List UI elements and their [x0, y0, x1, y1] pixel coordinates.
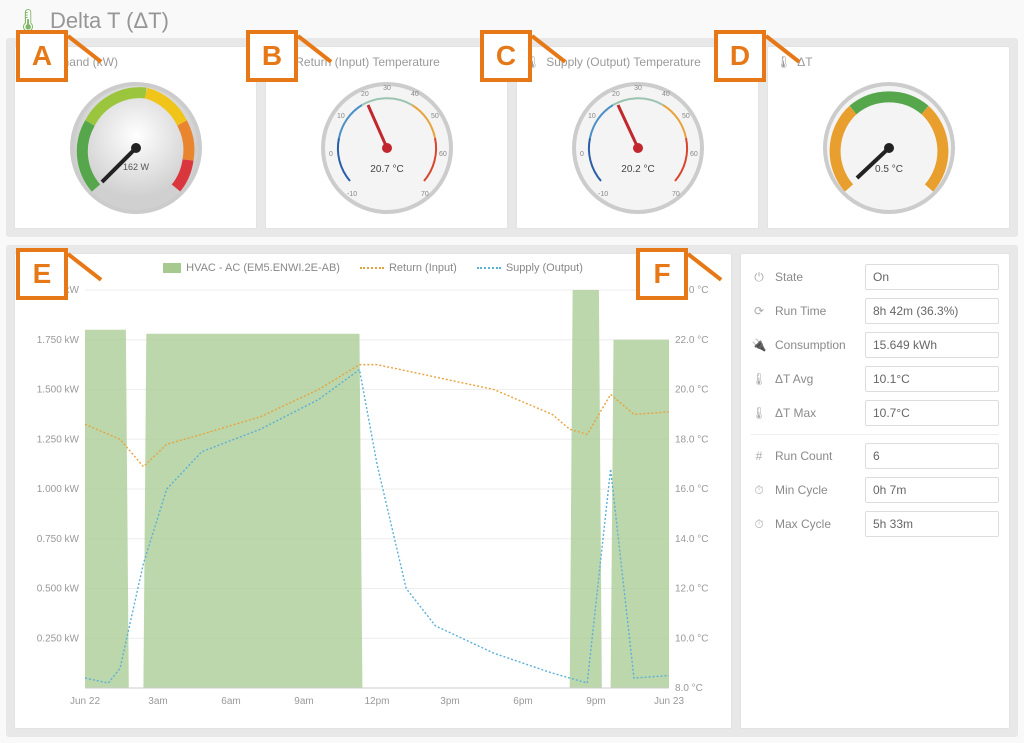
timeseries-chart-card: HVAC - AC (EM5.ENWI.2E-AB) Return (Input… — [14, 253, 732, 729]
svg-text:40: 40 — [411, 91, 419, 98]
stat-mincycle: ⏱Min Cycle0h 7m — [751, 477, 999, 503]
svg-text:60: 60 — [690, 151, 698, 158]
svg-text:70: 70 — [672, 191, 680, 198]
svg-text:12.0 °C: 12.0 °C — [675, 584, 708, 595]
gauge-value: 0.5 °C — [875, 164, 903, 175]
stopwatch-icon: ⏱ — [751, 517, 767, 532]
svg-text:10.0 °C: 10.0 °C — [675, 633, 708, 644]
svg-text:50: 50 — [431, 113, 439, 120]
callout-e: E — [16, 248, 110, 300]
svg-text:1.500 kW: 1.500 kW — [37, 385, 80, 396]
svg-text:60: 60 — [439, 151, 447, 158]
svg-text:20: 20 — [361, 91, 369, 98]
svg-text:16.0 °C: 16.0 °C — [675, 484, 708, 495]
svg-text:18.0 °C: 18.0 °C — [675, 434, 708, 445]
svg-text:0: 0 — [580, 151, 584, 158]
thermometer-icon: 🌡 — [751, 406, 767, 420]
svg-text:30: 30 — [383, 85, 391, 92]
gauge-delta: 0.5 °C — [776, 75, 1001, 220]
svg-text:1.750 kW: 1.750 kW — [37, 335, 80, 346]
stopwatch-icon: ⏱ — [751, 483, 767, 498]
svg-text:6am: 6am — [221, 696, 240, 707]
svg-text:3am: 3am — [148, 696, 167, 707]
callout-c: C — [480, 30, 574, 82]
svg-text:0.750 kW: 0.750 kW — [37, 534, 80, 545]
callout-d: D — [714, 30, 808, 82]
legend-hvac[interactable]: HVAC - AC (EM5.ENWI.2E-AB) — [163, 262, 340, 274]
svg-text:50: 50 — [682, 113, 690, 120]
svg-text:0.250 kW: 0.250 kW — [37, 633, 80, 644]
stat-dtavg: 🌡ΔT Avg10.1°C — [751, 366, 999, 392]
callout-f: F — [636, 248, 730, 300]
svg-text:22.0 °C: 22.0 °C — [675, 335, 708, 346]
svg-text:Jun 22: Jun 22 — [70, 696, 100, 707]
gauge-value: 162 W — [122, 162, 149, 172]
svg-text:6pm: 6pm — [513, 696, 532, 707]
stat-runcount: #Run Count6 — [751, 443, 999, 469]
clock-icon: ⟳ — [751, 304, 767, 318]
timeseries-chart[interactable]: 0.250 kW 0.500 kW 0.750 kW 1.000 kW 1.250 kW… — [23, 280, 723, 720]
svg-text:9am: 9am — [294, 696, 313, 707]
gauge-return: -10 0 10 20 30 40 50 60 70 20.7 °C — [274, 75, 499, 220]
svg-text:-10: -10 — [347, 191, 357, 198]
stat-dtmax: 🌡ΔT Max10.7°C — [751, 400, 999, 426]
svg-text:9pm: 9pm — [586, 696, 605, 707]
svg-text:0: 0 — [329, 151, 333, 158]
svg-text:40: 40 — [662, 91, 670, 98]
callout-b: B — [246, 30, 340, 82]
plug-icon: 🔌 — [751, 338, 767, 352]
svg-text:10: 10 — [337, 113, 345, 120]
gauge-value: 20.7 °C — [370, 164, 403, 175]
svg-text:12pm: 12pm — [364, 696, 389, 707]
stat-runtime: ⟳Run Time8h 42m (36.3%) — [751, 298, 999, 324]
svg-text:30: 30 — [634, 85, 642, 92]
stats-panel: ⏻StateOn ⟳Run Time8h 42m (36.3%) 🔌Consum… — [740, 253, 1010, 729]
svg-text:10: 10 — [588, 113, 596, 120]
callout-a: A — [16, 30, 110, 82]
stat-consumption: 🔌Consumption15.649 kWh — [751, 332, 999, 358]
legend-return[interactable]: Return (Input) — [360, 262, 457, 274]
svg-text:8.0 °C: 8.0 °C — [675, 683, 703, 694]
gauge-value: 20.2 °C — [621, 164, 654, 175]
chart-legend: HVAC - AC (EM5.ENWI.2E-AB) Return (Input… — [23, 262, 723, 274]
power-icon: ⏻ — [751, 270, 767, 285]
lower-row: HVAC - AC (EM5.ENWI.2E-AB) Return (Input… — [6, 245, 1018, 737]
svg-text:20: 20 — [612, 91, 620, 98]
svg-text:Jun 23: Jun 23 — [654, 696, 684, 707]
gauge-supply: -10 0 10 20 30 40 50 60 70 20.2 °C — [525, 75, 750, 220]
thermometer-icon: 🌡 — [751, 372, 767, 386]
svg-text:-10: -10 — [598, 191, 608, 198]
svg-text:14.0 °C: 14.0 °C — [675, 534, 708, 545]
hash-icon: # — [751, 449, 767, 463]
svg-text:0.500 kW: 0.500 kW — [37, 584, 80, 595]
svg-text:3pm: 3pm — [440, 696, 459, 707]
stat-maxcycle: ⏱Max Cycle5h 33m — [751, 511, 999, 537]
gauge-demand: 162 W — [23, 75, 248, 220]
svg-text:20.0 °C: 20.0 °C — [675, 385, 708, 396]
svg-text:1.250 kW: 1.250 kW — [37, 434, 80, 445]
legend-supply[interactable]: Supply (Output) — [477, 262, 583, 274]
stat-state: ⏻StateOn — [751, 264, 999, 290]
svg-text:1.000 kW: 1.000 kW — [37, 484, 80, 495]
svg-text:70: 70 — [421, 191, 429, 198]
